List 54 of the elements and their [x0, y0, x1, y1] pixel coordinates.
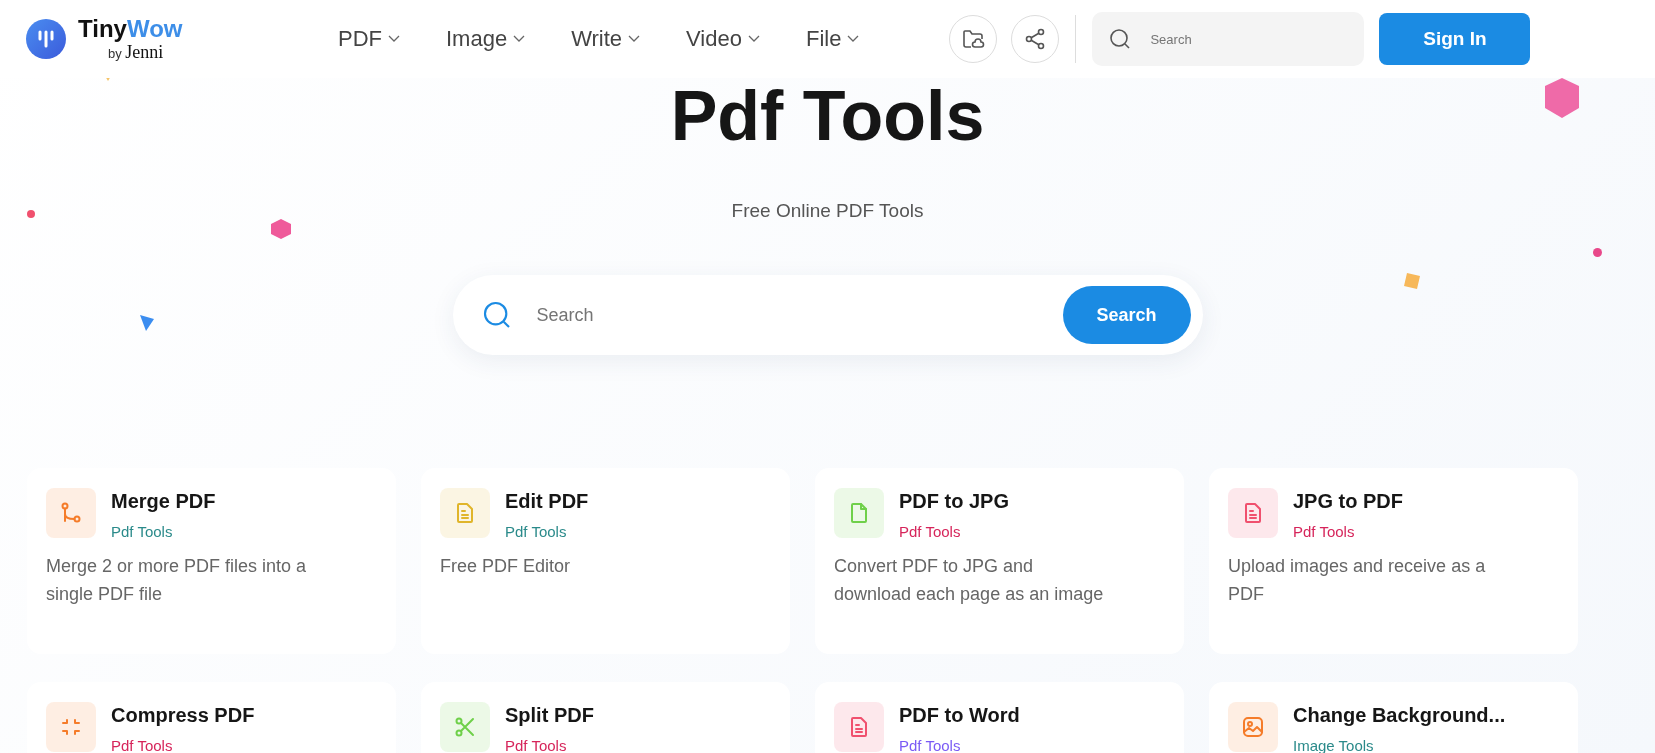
confetti-dot — [27, 210, 35, 218]
folder-cloud-button[interactable] — [949, 15, 998, 63]
tool-category: Pdf Tools — [505, 737, 568, 753]
tool-card[interactable]: JPG to PDF Pdf Tools Upload images and receive as a PDF — [1209, 468, 1578, 654]
branch-icon — [59, 501, 83, 525]
tool-card[interactable]: PDF to Word Pdf Tools — [815, 682, 1184, 753]
scissors-icon — [453, 715, 477, 739]
sign-in-button[interactable]: Sign In — [1379, 13, 1531, 65]
page-subtitle: Free Online PDF Tools — [731, 200, 924, 222]
tool-category: Pdf Tools — [1293, 523, 1356, 540]
nav-menu[interactable]: File — [805, 26, 860, 52]
tool-title: Compress PDF — [111, 704, 255, 727]
tool-description: Convert PDF to JPG and download each page as an image — [834, 555, 1105, 606]
chevron-down-icon — [513, 35, 526, 43]
tool-category: Pdf Tools — [111, 737, 174, 753]
tool-description: Free PDF Editor — [440, 555, 572, 578]
nav-menu[interactable]: Write — [571, 26, 641, 52]
cube-shape — [1545, 78, 1579, 118]
page-title: Pdf Tools — [670, 76, 985, 156]
logo-wordmark[interactable]: TinyWow — [78, 17, 183, 41]
chevron-down-icon — [388, 35, 400, 43]
tool-card[interactable]: Split PDF Pdf Tools — [421, 682, 790, 753]
tool-description: Upload images and receive as a PDF — [1228, 555, 1487, 606]
triangle-shape — [140, 315, 154, 331]
tool-title: Edit PDF — [505, 490, 589, 513]
cube-shape — [270, 219, 292, 239]
tool-title: JPG to PDF — [1293, 490, 1403, 513]
tool-title: PDF to JPG — [899, 490, 1009, 513]
logo-byline: by Jenni — [108, 43, 165, 61]
tool-category: Pdf Tools — [111, 523, 174, 540]
chevron-down-icon — [628, 35, 641, 43]
tool-category: Pdf Tools — [505, 523, 568, 540]
confetti-dot — [1593, 248, 1602, 257]
nav-menu[interactable]: Image — [446, 26, 526, 52]
logo-icon[interactable] — [26, 19, 66, 59]
search-field[interactable]: Search — [1092, 12, 1365, 66]
tool-title: Change Background... — [1293, 704, 1506, 727]
chevron-down-icon — [847, 35, 860, 43]
nav-menu[interactable]: PDF — [338, 26, 400, 52]
share-button[interactable] — [1011, 15, 1060, 63]
tool-title: PDF to Word — [899, 704, 1020, 727]
tool-category: Pdf Tools — [899, 523, 962, 540]
image-icon — [1241, 715, 1265, 739]
search-button[interactable]: Search — [1062, 286, 1191, 344]
tool-card[interactable]: Edit PDF Pdf Tools Free PDF Editor — [421, 468, 790, 654]
folder-cloud-icon — [961, 27, 986, 51]
tool-category: Pdf Tools — [899, 737, 962, 753]
chevron-down-icon — [747, 35, 760, 43]
tool-card[interactable]: PDF to JPG Pdf Tools Convert PDF to JPG and download each page as an image — [815, 468, 1184, 654]
nav-menu[interactable]: Video — [686, 26, 760, 52]
tool-card[interactable]: Compress PDF Pdf Tools — [27, 682, 396, 753]
tool-description: Merge 2 or more PDF files into a single PDF file — [46, 555, 308, 606]
tool-title: Merge PDF — [111, 490, 216, 513]
tool-title: Split PDF — [505, 704, 594, 727]
